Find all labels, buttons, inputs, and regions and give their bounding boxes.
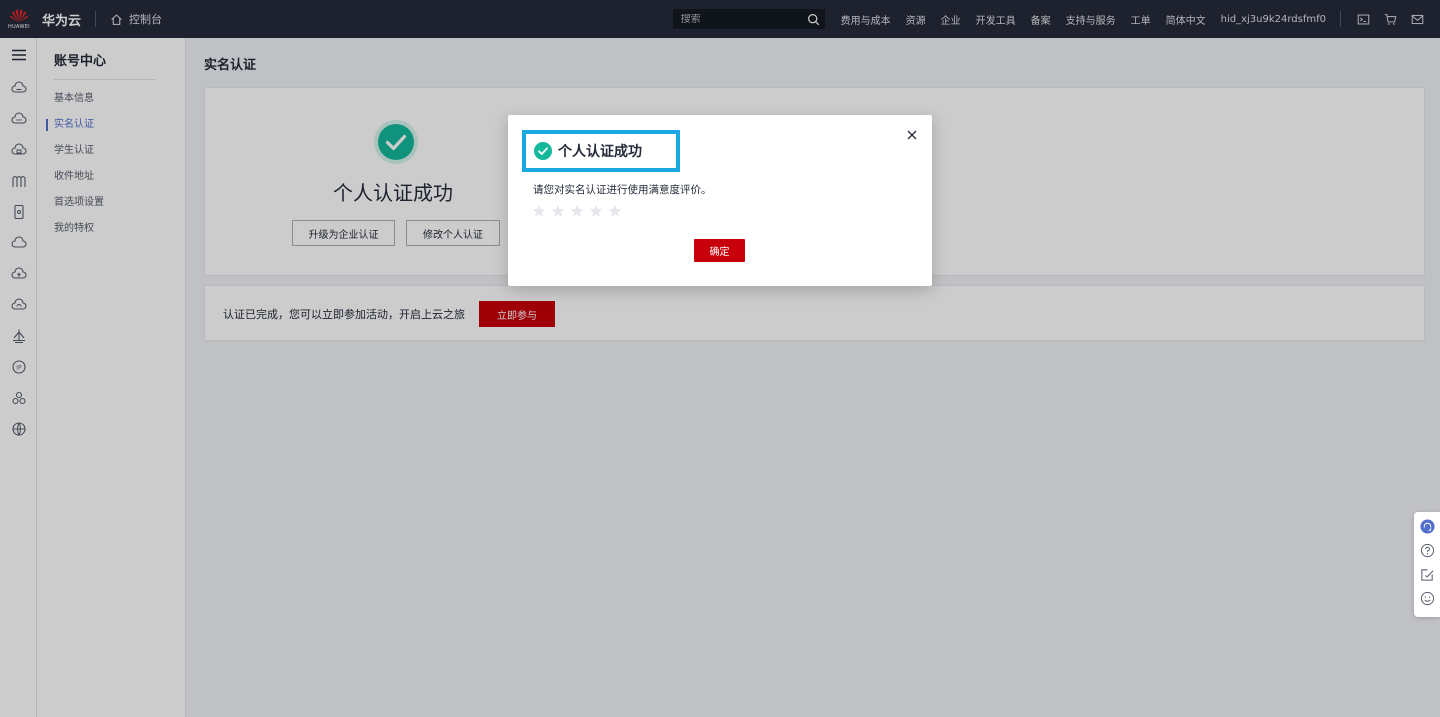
- auth-success-dialog: 个人认证成功 请您对实名认证进行使用满意度评价。 确定: [508, 115, 932, 286]
- feedback-icon: [1420, 569, 1433, 581]
- star-icon[interactable]: [551, 204, 565, 218]
- floating-toolbar: [1414, 512, 1440, 617]
- customer-service-icon: [1419, 519, 1435, 534]
- close-icon[interactable]: [906, 129, 918, 141]
- dialog-header: 个人认证成功: [522, 130, 680, 172]
- dialog-message: 请您对实名认证进行使用满意度评价。: [533, 184, 712, 196]
- smile-icon: [1420, 591, 1434, 606]
- star-icon[interactable]: [570, 204, 584, 218]
- feedback-button[interactable]: [1419, 566, 1435, 583]
- star-icon[interactable]: [532, 204, 546, 218]
- star-icon[interactable]: [589, 204, 603, 218]
- customer-service-button[interactable]: [1419, 518, 1435, 535]
- confirm-button[interactable]: 确定: [694, 239, 745, 262]
- help-icon: [1420, 543, 1434, 558]
- help-button[interactable]: [1419, 542, 1435, 559]
- dialog-title: 个人认证成功: [558, 144, 642, 160]
- satisfaction-button[interactable]: [1419, 590, 1435, 607]
- satisfaction-rating: [532, 204, 622, 218]
- modal-overlay[interactable]: [0, 0, 1440, 717]
- star-icon[interactable]: [608, 204, 622, 218]
- success-check-icon: [534, 142, 552, 160]
